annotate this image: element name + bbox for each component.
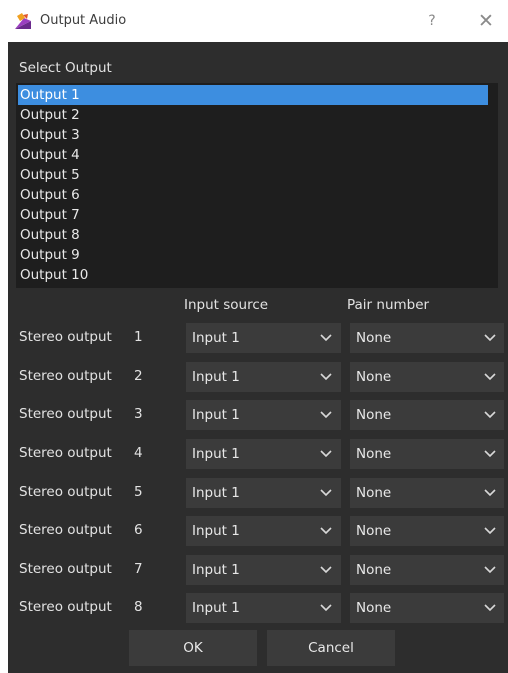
chevron-down-icon <box>484 411 496 419</box>
pair-number-select[interactable]: None <box>350 478 504 508</box>
stereo-output-label: Stereo output <box>19 445 112 461</box>
stereo-output-label: Stereo output <box>19 406 112 422</box>
input-source-value: Input 1 <box>192 407 240 423</box>
chevron-down-icon <box>484 566 496 574</box>
stereo-output-label: Stereo output <box>19 484 112 500</box>
close-icon[interactable]: ✕ <box>474 10 498 32</box>
chevron-down-icon <box>320 527 332 535</box>
pair-number-select[interactable]: None <box>350 439 504 469</box>
stereo-output-label: Stereo output <box>19 522 112 538</box>
stereo-output-label: Stereo output <box>19 368 112 384</box>
cancel-button[interactable]: Cancel <box>267 630 395 666</box>
pair-number-select[interactable]: None <box>350 323 504 353</box>
chevron-down-icon <box>320 489 332 497</box>
chevron-down-icon <box>320 334 332 342</box>
input-source-header: Input source <box>184 297 269 313</box>
stereo-output-number: 5 <box>134 484 143 500</box>
pair-number-value: None <box>356 330 392 346</box>
pair-number-select[interactable]: None <box>350 516 504 546</box>
output-list[interactable]: Output 1 Output 2 Output 3 Output 4 Outp… <box>16 83 498 288</box>
input-source-value: Input 1 <box>192 600 240 616</box>
pair-number-value: None <box>356 600 392 616</box>
list-item[interactable]: Output 10 <box>18 265 492 285</box>
app-icon <box>14 12 32 30</box>
select-output-label: Select Output <box>19 60 112 76</box>
pair-number-value: None <box>356 562 392 578</box>
chevron-down-icon <box>484 334 496 342</box>
input-source-value: Input 1 <box>192 562 240 578</box>
pair-number-select[interactable]: None <box>350 362 504 392</box>
stereo-output-label: Stereo output <box>19 599 112 615</box>
list-item[interactable]: Output 5 <box>18 165 492 185</box>
list-item[interactable]: Output 9 <box>18 245 492 265</box>
chevron-down-icon <box>320 566 332 574</box>
pair-number-select[interactable]: None <box>350 593 504 623</box>
pair-number-select[interactable]: None <box>350 400 504 430</box>
list-item[interactable]: Output 2 <box>18 105 492 125</box>
chevron-down-icon <box>484 527 496 535</box>
stereo-output-number: 2 <box>134 368 143 384</box>
pair-number-value: None <box>356 485 392 501</box>
list-item[interactable]: Output 8 <box>18 225 492 245</box>
dialog-body: Select Output Output 1 Output 2 Output 3… <box>8 42 508 673</box>
chevron-down-icon <box>484 489 496 497</box>
input-source-select[interactable]: Input 1 <box>186 439 341 469</box>
window-title: Output Audio <box>40 13 127 28</box>
stereo-output-number: 7 <box>134 561 143 577</box>
input-source-value: Input 1 <box>192 369 240 385</box>
input-source-select[interactable]: Input 1 <box>186 400 341 430</box>
chevron-down-icon <box>484 373 496 381</box>
input-source-value: Input 1 <box>192 330 240 346</box>
list-item[interactable]: Output 7 <box>18 205 492 225</box>
input-source-select[interactable]: Input 1 <box>186 323 341 353</box>
stereo-output-label: Stereo output <box>19 561 112 577</box>
stereo-output-number: 8 <box>134 599 143 615</box>
input-source-select[interactable]: Input 1 <box>186 593 341 623</box>
chevron-down-icon <box>484 450 496 458</box>
pair-number-select[interactable]: None <box>350 555 504 585</box>
pair-number-value: None <box>356 369 392 385</box>
pair-number-value: None <box>356 446 392 462</box>
list-item[interactable]: Output 4 <box>18 145 492 165</box>
stereo-output-number: 6 <box>134 522 143 538</box>
help-icon[interactable]: ? <box>420 10 444 32</box>
chevron-down-icon <box>484 604 496 612</box>
input-source-value: Input 1 <box>192 485 240 501</box>
input-source-select[interactable]: Input 1 <box>186 478 341 508</box>
stereo-output-label: Stereo output <box>19 329 112 345</box>
input-source-select[interactable]: Input 1 <box>186 516 341 546</box>
stereo-output-number: 1 <box>134 329 143 345</box>
input-source-select[interactable]: Input 1 <box>186 555 341 585</box>
stereo-output-number: 3 <box>134 406 143 422</box>
chevron-down-icon <box>320 411 332 419</box>
pair-number-value: None <box>356 407 392 423</box>
chevron-down-icon <box>320 373 332 381</box>
pair-number-header: Pair number <box>347 297 430 313</box>
input-source-value: Input 1 <box>192 523 240 539</box>
ok-button[interactable]: OK <box>129 630 257 666</box>
title-bar: Output Audio ? ✕ <box>0 0 508 42</box>
input-source-value: Input 1 <box>192 446 240 462</box>
chevron-down-icon <box>320 604 332 612</box>
list-item[interactable]: Output 3 <box>18 125 492 145</box>
chevron-down-icon <box>320 450 332 458</box>
pair-number-value: None <box>356 523 392 539</box>
stereo-output-number: 4 <box>134 445 143 461</box>
list-item[interactable]: Output 1 <box>18 85 488 105</box>
input-source-select[interactable]: Input 1 <box>186 362 341 392</box>
list-item[interactable]: Output 6 <box>18 185 492 205</box>
